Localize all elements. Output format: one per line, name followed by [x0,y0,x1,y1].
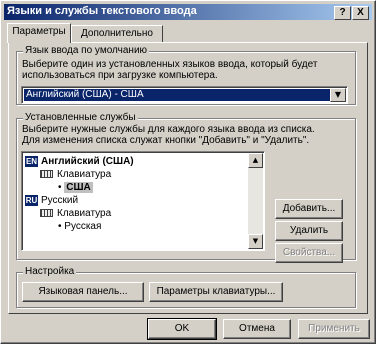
layout-name: Русская [64,221,102,232]
category-name: Клавиатура [57,169,112,180]
list-item[interactable]: Клавиатура [40,207,111,220]
category-name: Клавиатура [57,208,112,219]
settings-group: Настройка Языковая панель... Параметры к… [16,266,356,308]
language-name: Английский (США) [41,156,134,167]
list-item[interactable]: Клавиатура [40,168,111,181]
cancel-button[interactable]: Отмена [223,319,291,339]
settings-group-label: Настройка [23,266,77,277]
language-flag-icon: RU [25,194,38,206]
keyboard-icon [40,170,53,179]
default-language-group: Язык ввода по умолчанию Выберите один из… [16,45,356,105]
list-item[interactable]: RU Русский [25,194,78,207]
key-settings-button[interactable]: Параметры клавиатуры... [149,282,283,302]
close-button[interactable]: X [352,6,369,20]
language-flag-icon: EN [25,155,38,167]
scrollbar[interactable]: ▲ ▼ [248,153,263,249]
installed-services-desc-2: Для изменения списка служат кнопки "Доба… [22,135,310,146]
help-button[interactable]: ? [334,6,351,20]
default-language-group-label: Язык ввода по умолчанию [23,45,150,56]
tab-panel: Язык ввода по умолчанию Выберите один из… [8,42,368,314]
tab-advanced-label: Дополнительно [81,28,153,39]
remove-button[interactable]: Удалить [275,221,343,241]
tab-advanced[interactable]: Дополнительно [71,25,163,43]
installed-services-group-label: Установленные службы [23,112,138,123]
list-item[interactable]: EN Английский (США) [25,155,134,168]
ok-button[interactable]: OK [147,318,217,340]
language-name: Русский [41,195,79,206]
list-item[interactable]: • Русская [58,220,101,233]
apply-button[interactable]: Применить [298,319,370,339]
properties-button[interactable]: Свойства... [275,243,343,263]
list-item[interactable]: • США [58,181,93,194]
scroll-down-icon[interactable]: ▼ [248,234,263,249]
installed-services-group: Установленные службы Выберите нужные слу… [16,112,356,263]
default-language-value: Английский (США) - США [24,89,330,101]
keyboard-icon [40,209,53,218]
add-button[interactable]: Добавить... [275,199,343,219]
chevron-down-icon[interactable]: ▼ [330,88,346,102]
default-language-select[interactable]: Английский (США) - США ▼ [21,86,348,104]
layout-name: США [64,182,93,193]
scroll-up-icon[interactable]: ▲ [248,153,263,168]
dialog-window: Языки и службы текстового ввода ? X Пара… [0,0,376,344]
services-tree[interactable]: EN Английский (США) Клавиатура • США RU Ру… [21,151,265,251]
tab-parameters-label: Параметры [12,26,66,37]
title-bar[interactable]: Языки и службы текстового ввода ? X [4,4,372,20]
language-bar-button[interactable]: Языковая панель... [22,282,144,302]
default-language-desc-2: использоваться при загрузке компьютера. [22,70,218,81]
tab-parameters[interactable]: Параметры [7,23,71,43]
window-title: Языки и службы текстового ввода [7,5,197,17]
